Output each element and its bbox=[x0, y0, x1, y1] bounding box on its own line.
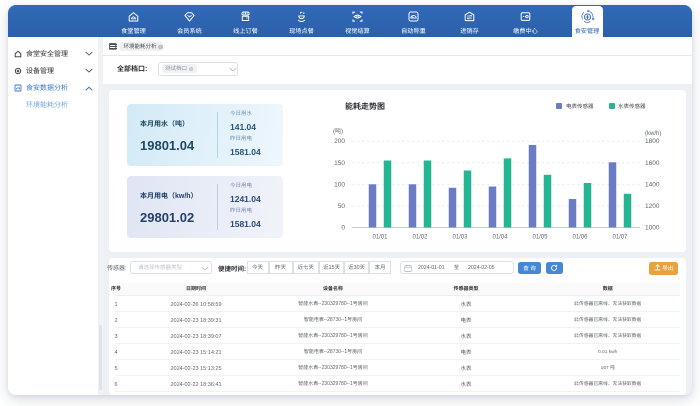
svg-text:0: 0 bbox=[341, 222, 345, 232]
svg-text:01/01: 01/01 bbox=[372, 232, 388, 241]
svg-text:01/02: 01/02 bbox=[412, 232, 428, 241]
svg-text:01/07: 01/07 bbox=[612, 232, 628, 241]
svg-text:50: 50 bbox=[338, 200, 346, 210]
svg-text:01/05: 01/05 bbox=[532, 232, 548, 241]
svg-text:1600: 1600 bbox=[645, 157, 660, 167]
svg-text:01/06: 01/06 bbox=[572, 232, 588, 241]
svg-text:1200: 1200 bbox=[645, 200, 660, 210]
svg-text:01/04: 01/04 bbox=[492, 232, 508, 241]
svg-text:1400: 1400 bbox=[645, 178, 660, 188]
svg-text:200: 200 bbox=[334, 135, 345, 145]
svg-text:(kw/h): (kw/h) bbox=[645, 128, 661, 137]
svg-text:100: 100 bbox=[334, 178, 345, 188]
svg-text:(吨): (吨) bbox=[333, 126, 343, 135]
svg-text:150: 150 bbox=[334, 157, 345, 167]
svg-text:01/03: 01/03 bbox=[452, 232, 468, 241]
svg-text:1000: 1000 bbox=[645, 222, 660, 232]
